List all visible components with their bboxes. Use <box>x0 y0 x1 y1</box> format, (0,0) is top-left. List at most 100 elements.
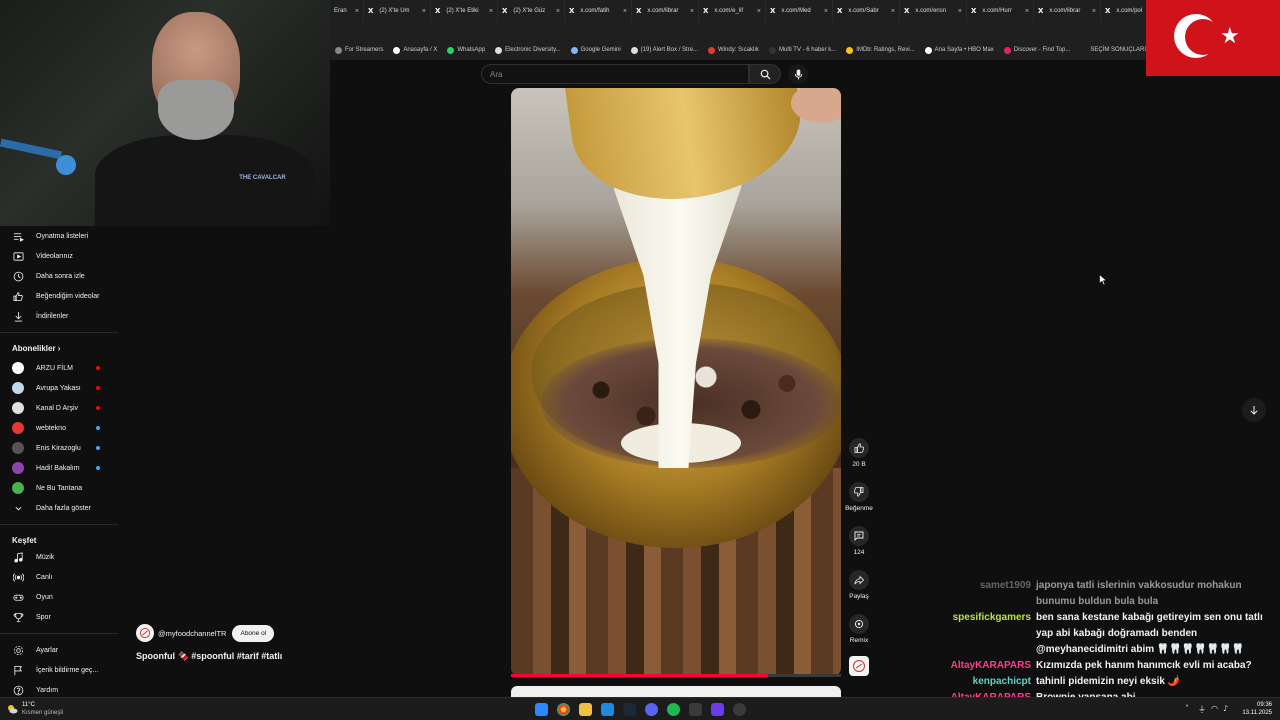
tab-close-icon[interactable]: × <box>1092 8 1096 15</box>
subscription-label: Avrupa Yakası <box>36 384 81 392</box>
bookmark-item[interactable]: (19) Alert Box / Stre... <box>626 46 703 54</box>
bookmark-item[interactable]: Google Gemini <box>566 46 626 54</box>
search-box[interactable] <box>481 64 749 84</box>
taskbar-clock[interactable]: 09:36 13.11.2025 <box>1236 701 1272 717</box>
subscription-item[interactable]: ARZU FİLM <box>0 358 118 378</box>
subscription-item[interactable]: Enis Kirazoglu <box>0 438 118 458</box>
bookmark-item[interactable]: Electronic Diversity... <box>490 46 566 54</box>
browser-tab[interactable]: X (2) X'te Güz × <box>498 0 565 22</box>
subscribe-button[interactable]: Abone ol <box>232 624 275 642</box>
sidebar-bottom-item[interactable]: İçerik bildirme geç... <box>0 660 118 680</box>
subscriptions-header-label: Abonelikler <box>12 344 56 353</box>
bookmark-item[interactable]: Discover - Find Top... <box>999 46 1076 54</box>
chat-username[interactable]: samet1909 <box>940 578 1036 610</box>
share-button[interactable]: Paylaş <box>843 570 875 600</box>
x-logo-icon: X <box>703 7 709 15</box>
app-icon-2[interactable] <box>689 703 702 716</box>
browser-tab[interactable]: Xx.com/e_lif × <box>699 0 766 22</box>
like-button[interactable]: 20 B <box>843 438 875 468</box>
video-progress-bar[interactable] <box>511 674 841 677</box>
chat-username[interactable]: AltayKARAPARS <box>940 658 1036 674</box>
browser-tab[interactable]: Xx.com/Sabr × <box>833 0 900 22</box>
subscription-item[interactable]: Ne Bu Tantana <box>0 478 118 498</box>
browser-tab[interactable]: Eran × <box>330 0 364 22</box>
tab-close-icon[interactable]: × <box>891 8 895 15</box>
app-icon-3[interactable] <box>711 703 724 716</box>
tray-chevron-icon[interactable]: ˄ <box>1185 704 1189 713</box>
weather-widget[interactable]: 11°C Kısmen güneşli <box>6 701 63 717</box>
chat-text: Kızımızda pek hanım hanımcık evli mi aca… <box>1036 660 1252 671</box>
obs-icon[interactable] <box>733 703 746 716</box>
subscription-item[interactable]: Kanal D Arşiv <box>0 398 118 418</box>
show-more-button[interactable]: Daha fazla göster <box>0 498 118 518</box>
browser-tab[interactable]: X (2) X'te Um × <box>364 0 431 22</box>
bookmark-item[interactable]: Anasayfa / X <box>388 46 442 54</box>
tab-close-icon[interactable]: × <box>824 8 828 15</box>
browser-tab[interactable]: X (2) X'te Etiki × <box>431 0 498 22</box>
bookmark-favicon-icon <box>708 46 716 54</box>
tab-close-icon[interactable]: × <box>556 8 560 15</box>
shorts-video-player[interactable] <box>511 88 841 676</box>
tab-close-icon[interactable]: × <box>1025 8 1029 15</box>
subscription-item[interactable]: Hadi! Bakalım <box>0 458 118 478</box>
sidebar-item[interactable]: Oynatma listeleri <box>0 226 118 246</box>
chat-username[interactable]: kenpachicpt <box>940 674 1036 690</box>
channel-thumbnail[interactable] <box>849 656 869 676</box>
channel-avatar[interactable] <box>136 624 154 642</box>
chat-username[interactable]: spesifickgamers <box>940 610 1036 658</box>
dislike-button[interactable]: Beğenme <box>843 482 875 512</box>
spotify-icon[interactable] <box>667 703 680 716</box>
tray-mic-icon[interactable]: ⏚ <box>1198 704 1206 715</box>
start-icon[interactable] <box>535 703 548 716</box>
browser-tab[interactable]: Xx.com/Med × <box>766 0 833 22</box>
bookmark-item[interactable]: For Streamers <box>330 46 388 54</box>
explore-item[interactable]: Oyun <box>0 587 118 607</box>
tray-volume-icon[interactable]: ♪ <box>1223 704 1228 713</box>
file-explorer-icon[interactable] <box>579 703 592 716</box>
bookmark-item[interactable]: IMDb: Ratings, Revi... <box>841 46 919 54</box>
sidebar-bottom-item[interactable]: Ayarlar <box>0 640 118 660</box>
subscription-item[interactable]: webtekno <box>0 418 118 438</box>
tab-close-icon[interactable]: × <box>958 8 962 15</box>
bookmark-item[interactable]: Windy: Sıcaklık <box>703 46 764 54</box>
sidebar-item[interactable]: İndirilenler <box>0 306 118 326</box>
browser-tab[interactable]: Xx.com/librar × <box>1034 0 1101 22</box>
scroll-down-button[interactable] <box>1242 398 1266 422</box>
sidebar-item[interactable]: Beğendiğim videolar <box>0 286 118 306</box>
bookmark-item[interactable]: Ana Sayfa • HBO Max <box>920 46 999 54</box>
tab-close-icon[interactable]: × <box>355 8 359 15</box>
subscription-item[interactable]: Avrupa Yakası <box>0 378 118 398</box>
tab-close-icon[interactable]: × <box>690 8 694 15</box>
steam-icon[interactable] <box>623 703 636 716</box>
search-input[interactable] <box>490 69 748 79</box>
remix-button[interactable]: Remix <box>843 614 875 644</box>
explore-item[interactable]: Müzik <box>0 547 118 567</box>
arrow-down-icon <box>1250 406 1258 415</box>
browser-tab[interactable]: Xx.com/Hurr × <box>967 0 1034 22</box>
browser-tab[interactable]: Xx.com/librar × <box>632 0 699 22</box>
explore-item[interactable]: Canlı <box>0 567 118 587</box>
search-button[interactable] <box>749 64 781 84</box>
tab-close-icon[interactable]: × <box>489 8 493 15</box>
comments-button[interactable]: 124 <box>843 526 875 556</box>
bookmark-item[interactable]: Multi TV - 6 haber k... <box>764 46 841 54</box>
bookmark-favicon-icon <box>630 46 638 54</box>
bookmark-item[interactable]: SEÇİM SONUÇLARI... <box>1075 46 1156 54</box>
video-title[interactable]: Spoonful 🍫 #spoonful #tarif #tatlı <box>136 651 282 662</box>
explore-item[interactable]: Spor <box>0 607 118 627</box>
channel-name[interactable]: @myfoodchannelTR <box>158 629 226 638</box>
chrome-icon[interactable] <box>557 703 570 716</box>
subscriptions-header[interactable]: Abonelikler › <box>12 344 60 353</box>
tray-wifi-icon[interactable]: ◠ <box>1211 704 1218 713</box>
discord-icon[interactable] <box>645 703 658 716</box>
browser-tab[interactable]: Xx.com/fatih × <box>565 0 632 22</box>
tab-close-icon[interactable]: × <box>422 8 426 15</box>
voice-search-button[interactable] <box>788 64 808 84</box>
sidebar-item[interactable]: Daha sonra izle <box>0 266 118 286</box>
browser-tab[interactable]: Xx.com/ensn × <box>900 0 967 22</box>
tab-close-icon[interactable]: × <box>757 8 761 15</box>
bookmark-item[interactable]: WhatsApp <box>442 46 490 54</box>
tab-close-icon[interactable]: × <box>623 8 627 15</box>
sidebar-item[interactable]: Videolarınız <box>0 246 118 266</box>
app-icon[interactable] <box>601 703 614 716</box>
